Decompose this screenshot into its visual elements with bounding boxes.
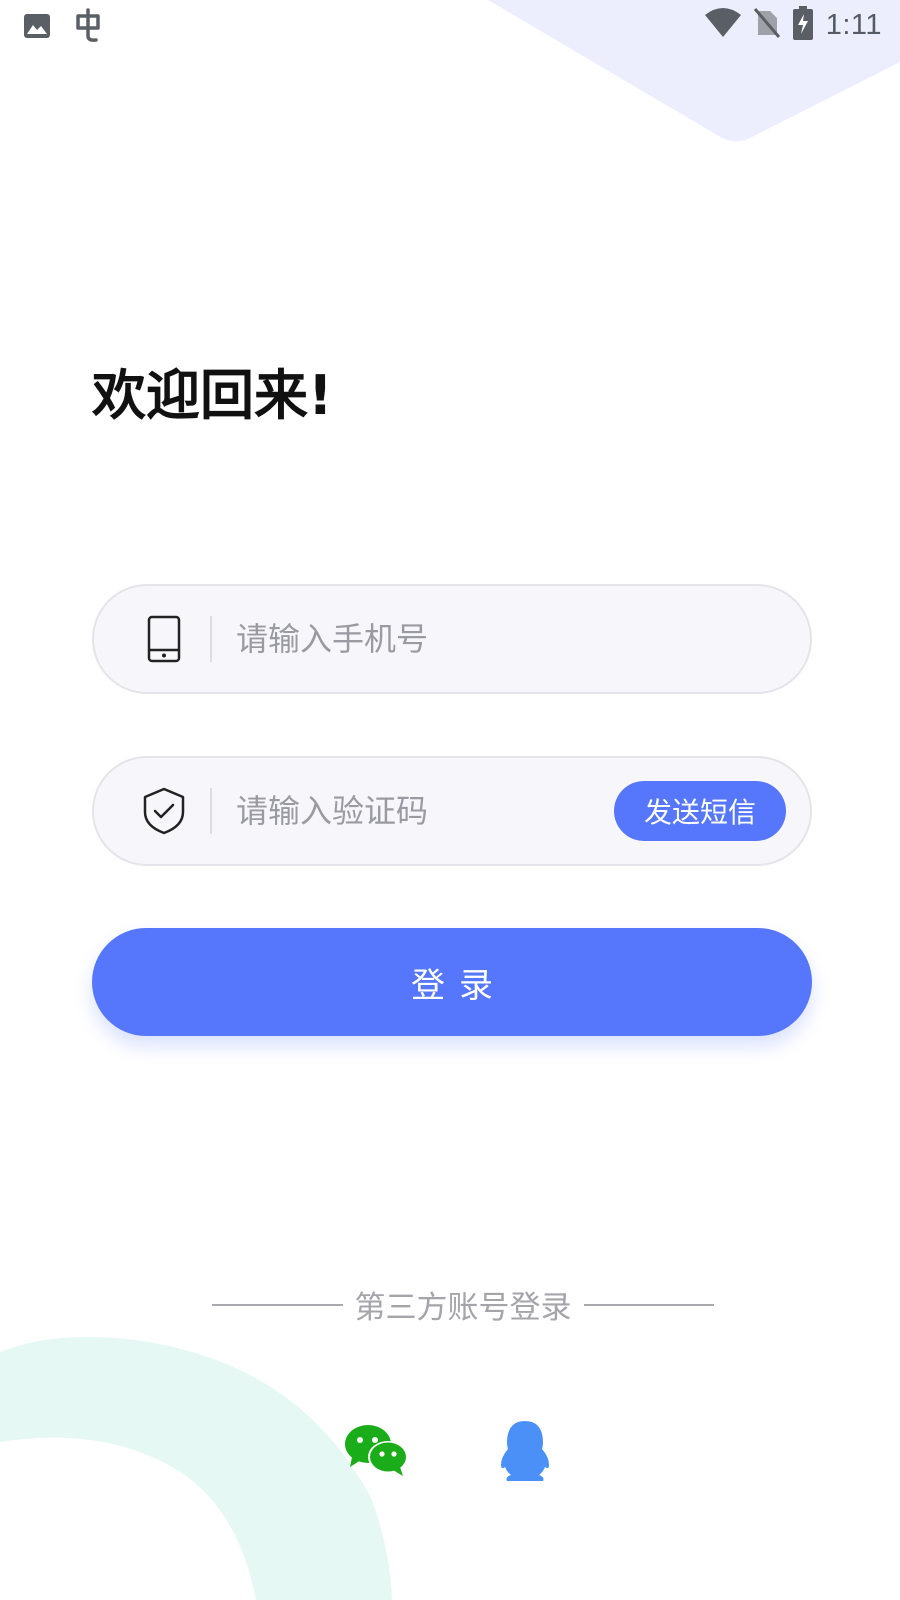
wechat-icon[interactable] — [344, 1418, 410, 1484]
no-sim-icon — [753, 8, 780, 42]
phone-icon — [140, 613, 188, 665]
code-input-divider — [210, 788, 212, 834]
divider-line-right — [583, 1303, 714, 1306]
phone-input-row — [92, 584, 812, 694]
third-party-label: 第三方账号登录 — [354, 1290, 572, 1326]
welcome-title: 欢迎回来! — [92, 364, 333, 427]
third-party-divider: 第三方账号登录 — [212, 1282, 714, 1327]
status-right-icons: 1:11 — [704, 6, 882, 44]
phone-input[interactable] — [236, 620, 810, 658]
phone-input-divider — [210, 616, 212, 662]
gallery-icon — [22, 11, 52, 45]
qq-icon[interactable] — [492, 1418, 558, 1484]
bug-icon — [70, 8, 106, 48]
shield-check-icon — [140, 785, 188, 837]
status-left-icons — [22, 8, 106, 48]
wifi-icon — [704, 7, 742, 43]
login-button[interactable]: 登录 — [92, 928, 812, 1036]
divider-line-left — [212, 1303, 343, 1306]
verification-code-input[interactable] — [236, 792, 614, 830]
status-bar: 1:11 — [0, 0, 900, 50]
status-time: 1:11 — [825, 8, 882, 41]
send-sms-button[interactable]: 发送短信 — [614, 781, 786, 841]
code-input-row: 发送短信 — [92, 756, 812, 866]
battery-charging-icon — [792, 6, 814, 44]
